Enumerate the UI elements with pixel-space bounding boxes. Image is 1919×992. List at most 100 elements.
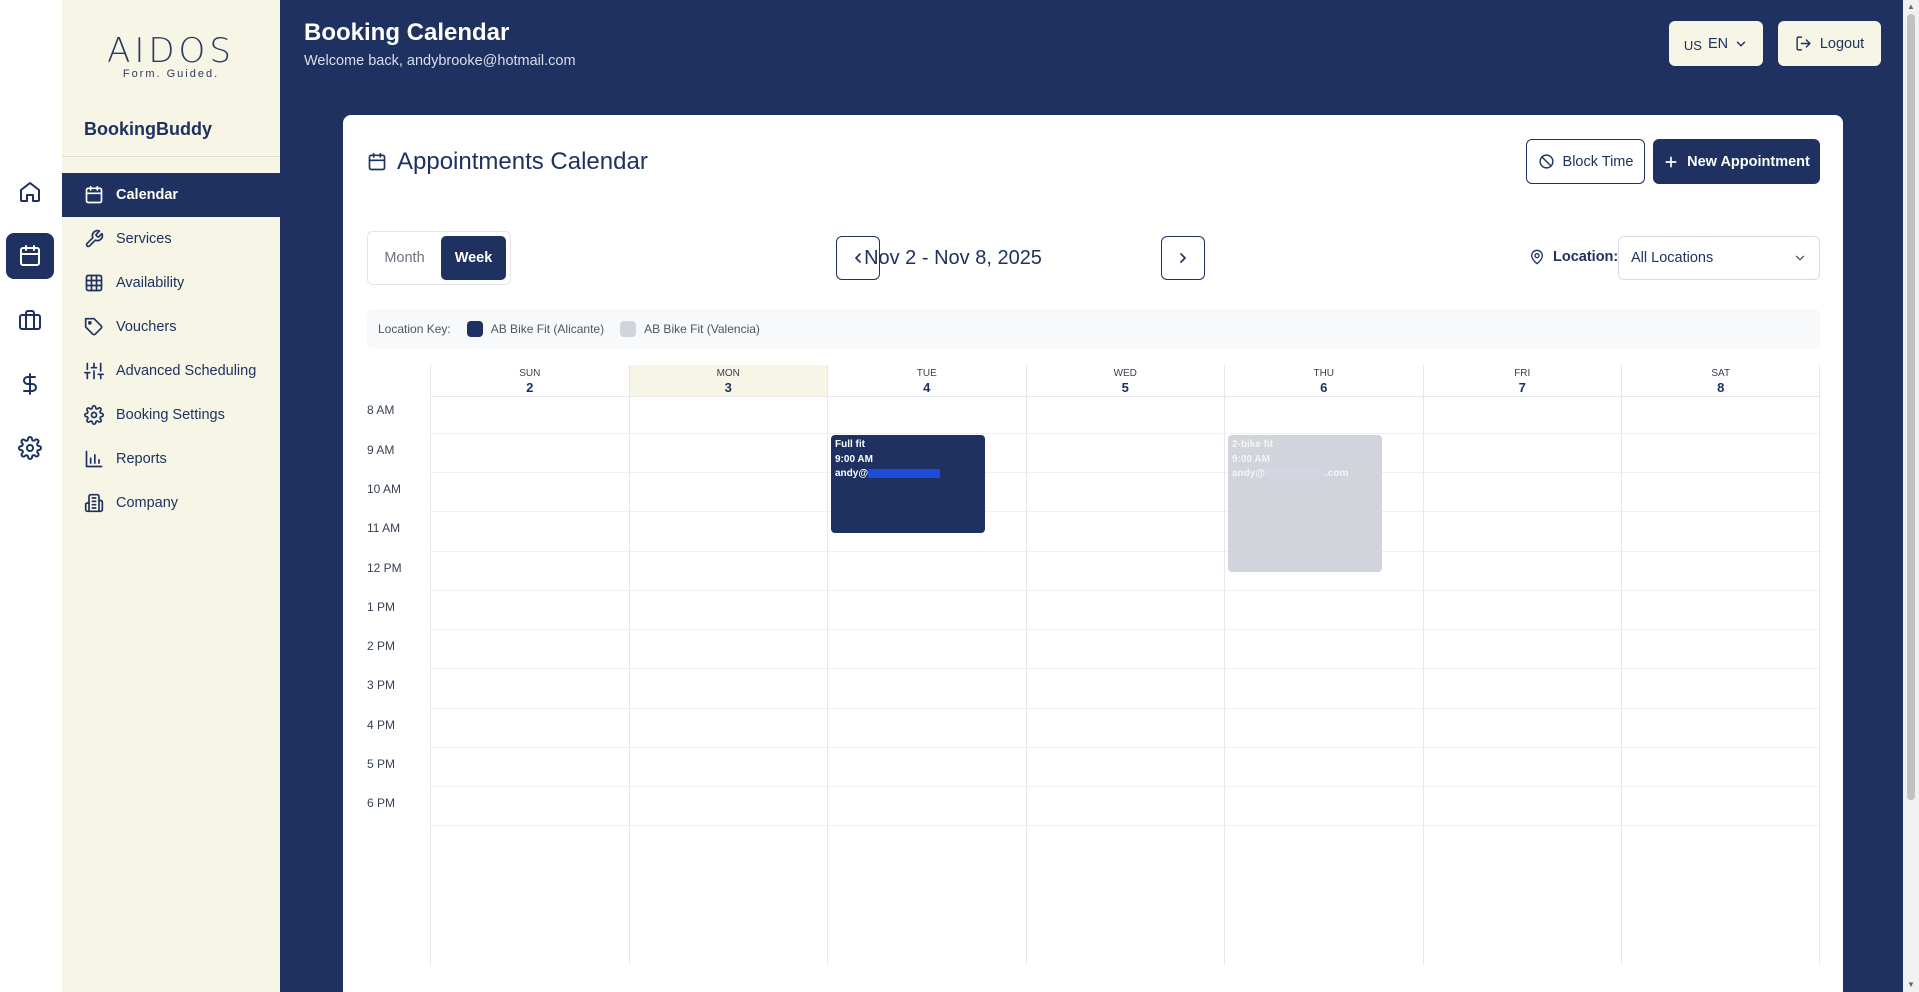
location-swatch: [620, 321, 637, 337]
logout-label: Logout: [1819, 35, 1865, 52]
ban-icon: [1538, 154, 1554, 169]
rail-calendar-button[interactable]: [6, 233, 54, 279]
day-header: FRI 7: [1423, 365, 1621, 397]
icon-rail: [0, 0, 62, 992]
day-name: THU: [1313, 368, 1335, 379]
sidebar-item-calendar[interactable]: Calendar: [62, 173, 280, 217]
location-key-item: AB Bike Fit (Alicante): [466, 321, 605, 337]
scroll-up-arrow-icon[interactable]: ▲: [1906, 2, 1916, 12]
sidebar-item-advanced-scheduling[interactable]: Advanced Scheduling: [62, 349, 280, 393]
next-week-button[interactable]: [1161, 236, 1205, 280]
sidebar-item-reports[interactable]: Reports: [62, 437, 280, 481]
location-key-name: AB Bike Fit (Alicante): [490, 322, 605, 336]
location-key-name: AB Bike Fit (Valencia): [644, 322, 760, 336]
rail-settings-button[interactable]: [6, 425, 54, 471]
home-icon: [20, 182, 40, 202]
hour-label: 9 AM: [367, 443, 395, 457]
day-number: 4: [923, 380, 931, 395]
event-title: 2-bike fit: [1232, 439, 1274, 450]
logo-tagline: Form. Guided.: [122, 68, 220, 80]
day-number: 3: [724, 380, 732, 395]
hour-label: 10 AM: [367, 482, 402, 496]
day-column-wed[interactable]: WED 5: [1025, 365, 1224, 965]
day-name: SUN: [519, 368, 541, 379]
event-email-suffix: .com: [1325, 468, 1349, 479]
chevron-down-icon: [1736, 41, 1746, 46]
sidebar-item-company[interactable]: Company: [62, 481, 280, 525]
day-column-sat[interactable]: SAT 8: [1621, 365, 1820, 965]
sidebar-item-label: Booking Settings: [116, 407, 225, 423]
location-key-item: AB Bike Fit (Valencia): [620, 321, 760, 337]
location-swatch: [466, 321, 483, 337]
appointment-event[interactable]: 2-bike fit 9:00 AM andy@ .com: [1228, 435, 1382, 572]
calendar-icon: [85, 185, 103, 204]
language-code: EN: [1707, 35, 1729, 52]
sliders-icon: [84, 362, 104, 380]
hour-label: 1 PM: [367, 600, 396, 614]
sidebar-item-booking-settings[interactable]: Booking Settings: [62, 393, 280, 437]
hour-label: 2 PM: [367, 639, 396, 653]
plus-icon: [1665, 156, 1677, 167]
sidebar: AIDOS Form. Guided. BookingBuddy Calenda…: [62, 0, 280, 992]
day-name: MON: [716, 368, 740, 379]
map-pin-icon: [1531, 249, 1543, 265]
hour-label: 6 PM: [367, 796, 396, 810]
event-email: andy@: [835, 467, 981, 482]
sidebar-item-label: Reports: [116, 451, 167, 467]
day-column-fri[interactable]: FRI 7: [1422, 365, 1621, 965]
week-view-button[interactable]: Week: [441, 236, 506, 280]
event-email: andy@ .com: [1232, 467, 1378, 482]
grid-icon: [85, 274, 103, 292]
day-header: TUE 4: [828, 365, 1026, 397]
day-column-mon[interactable]: MON 3: [628, 365, 827, 965]
hour-label: 5 PM: [367, 757, 396, 771]
location-select[interactable]: All Locations: [1618, 236, 1820, 280]
rail-briefcase-button[interactable]: [6, 297, 54, 343]
gear-icon: [84, 405, 104, 425]
rail-dollar-button[interactable]: [6, 361, 54, 407]
language-selector[interactable]: US EN: [1669, 21, 1763, 66]
block-time-button[interactable]: Block Time: [1526, 139, 1645, 184]
week-grid: 8 AM 9 AM 10 AM 11 AM 12 PM 1 PM 2 PM 3 …: [367, 365, 1820, 965]
day-number: 7: [1518, 380, 1526, 395]
hour-label: 8 AM: [367, 403, 395, 417]
day-number: 2: [526, 380, 534, 395]
sidebar-item-label: Vouchers: [116, 319, 177, 335]
calendar-icon: [20, 245, 40, 266]
new-appointment-label: New Appointment: [1687, 153, 1810, 170]
sidebar-item-label: Services: [116, 231, 172, 247]
sidebar-item-label: Advanced Scheduling: [116, 363, 257, 379]
hour-label: 3 PM: [367, 678, 396, 692]
hour-label: 11 AM: [367, 521, 401, 535]
sidebar-item-label: Company: [116, 495, 179, 511]
logo: AIDOS Form. Guided.: [62, 32, 280, 80]
appointment-event[interactable]: Full fit 9:00 AM andy@: [831, 435, 985, 533]
sidebar-item-services[interactable]: Services: [62, 217, 280, 261]
month-view-button[interactable]: Month: [372, 236, 437, 280]
day-name: TUE: [916, 368, 937, 379]
location-label: Location:: [1529, 249, 1618, 265]
hour-label: 12 PM: [367, 561, 402, 575]
new-appointment-button[interactable]: New Appointment: [1653, 139, 1820, 184]
day-columns: SUN 2 MON 3 TUE 4 WED 5 THU 6 FRI 7 SAT …: [430, 365, 1820, 965]
sidebar-nav: Calendar Services Availability Vouchers …: [62, 173, 280, 525]
day-name: WED: [1113, 368, 1137, 379]
tag-icon: [84, 317, 103, 336]
event-title: Full fit: [835, 439, 865, 450]
event-time: 9:00 AM: [1232, 453, 1270, 465]
location-label-text: Location:: [1553, 249, 1619, 265]
scroll-down-arrow-icon[interactable]: ▼: [1906, 980, 1916, 990]
logout-button[interactable]: Logout: [1778, 21, 1881, 66]
event-email-prefix: andy@: [1232, 468, 1266, 479]
day-header: SUN 2: [431, 365, 629, 397]
briefcase-icon: [19, 310, 41, 330]
sidebar-item-vouchers[interactable]: Vouchers: [62, 305, 280, 349]
day-column-sun[interactable]: SUN 2: [430, 365, 629, 965]
grid-right-border: [1819, 365, 1820, 965]
logo-wordmark: AIDOS: [107, 31, 235, 71]
rail-home-button[interactable]: [6, 169, 54, 215]
scrollbar-thumb[interactable]: [1907, 14, 1915, 800]
sidebar-item-label: Calendar: [116, 187, 179, 203]
top-header: Booking Calendar Welcome back, andybrook…: [280, 0, 1903, 88]
sidebar-item-availability[interactable]: Availability: [62, 261, 280, 305]
